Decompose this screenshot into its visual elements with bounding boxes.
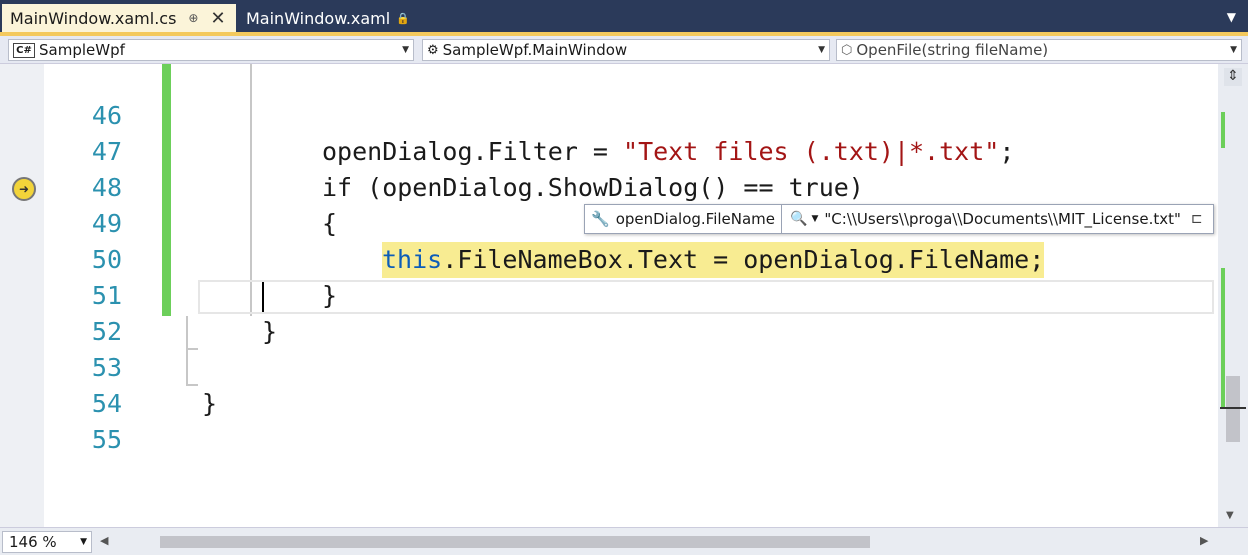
scrollbar-change-mark — [1221, 268, 1225, 408]
scroll-down-arrow-icon[interactable]: ▼ — [1226, 510, 1234, 521]
project-dropdown-label: SampleWpf — [39, 41, 125, 59]
line-number: 55 — [91, 425, 122, 454]
chevron-down-icon: ▼ — [402, 45, 409, 55]
close-icon[interactable]: ✕ — [210, 8, 225, 29]
code-line[interactable]: 46 openDialog.Filter = "Text files (.txt… — [0, 64, 1218, 166]
pin-datatip-icon[interactable]: ⊏ — [1191, 211, 1203, 227]
chevron-down-icon[interactable]: ▼ — [811, 214, 818, 224]
type-dropdown[interactable]: ⚙ SampleWpf.MainWindow ▼ — [422, 39, 830, 61]
zoom-dropdown[interactable]: 146 % ▼ — [2, 531, 92, 553]
datatip-expression[interactable]: openDialog.FileName — [616, 210, 775, 228]
code-line[interactable]: 51 } — [0, 242, 1218, 346]
document-tab-strip: MainWindow.xaml.cs ⊕ ✕ MainWindow.xaml 🔒… — [0, 0, 1248, 36]
horizontal-scroll-thumb[interactable] — [160, 536, 870, 548]
class-icon: ⚙ — [427, 42, 439, 58]
vertical-scrollbar[interactable]: ⇕ ▼ — [1218, 64, 1248, 527]
project-dropdown[interactable]: C# SampleWpf ▼ — [8, 39, 414, 61]
vertical-scroll-thumb[interactable] — [1226, 376, 1240, 442]
debugger-datatip[interactable]: 🔧 openDialog.FileName 🔍 ▼ "C:\\Users\\pr… — [584, 204, 1214, 234]
code-line[interactable]: 52 — [0, 278, 1218, 346]
editor-bottom-bar: 146 % ▼ ◀ ▶ — [0, 527, 1248, 555]
chevron-down-icon: ▼ — [80, 537, 87, 547]
scroll-left-arrow-icon[interactable]: ◀ — [100, 534, 108, 547]
navigation-bar: C# SampleWpf ▼ ⚙ SampleWpf.MainWindow ▼ … — [0, 36, 1248, 64]
code-line[interactable]: 48 { — [0, 134, 1218, 238]
split-window-icon[interactable]: ⇕ — [1224, 68, 1242, 86]
tab-label: MainWindow.xaml — [246, 8, 391, 28]
member-dropdown[interactable]: ⬡ OpenFile(string fileName) ▼ — [836, 39, 1242, 61]
datatip-value[interactable]: "C:\\Users\\proga\\Documents\\MIT_Licens… — [824, 210, 1181, 228]
zoom-level: 146 % — [9, 533, 57, 551]
tab-mainwindow-xaml[interactable]: MainWindow.xaml 🔒 — [238, 4, 414, 32]
scrollbar-caret-marker — [1220, 407, 1246, 409]
code-line[interactable]: 55 — [0, 386, 1218, 454]
lock-icon: 🔒 — [396, 11, 410, 25]
chevron-down-icon: ▼ — [818, 45, 825, 55]
tab-overflow-chevron-down-icon[interactable]: ▼ — [1227, 10, 1236, 24]
visualizer-magnifier-icon[interactable]: 🔍 — [790, 211, 807, 227]
code-line[interactable]: 47 if (openDialog.ShowDialog() == true) — [0, 98, 1218, 202]
type-dropdown-label: SampleWpf.MainWindow — [442, 41, 628, 59]
code-line[interactable]: 53 } — [0, 314, 1218, 418]
tab-mainwindow-xaml-cs[interactable]: MainWindow.xaml.cs ⊕ ✕ — [2, 4, 236, 32]
code-line[interactable]: 54 — [0, 350, 1218, 418]
member-dropdown-label: OpenFile(string fileName) — [856, 41, 1049, 59]
datatip-separator — [781, 205, 783, 233]
scrollbar-change-mark — [1221, 112, 1225, 148]
tab-label: MainWindow.xaml.cs — [10, 8, 177, 28]
code-line[interactable]: 49 this.FileNameBox.Text = openDialog.Fi… — [0, 170, 1218, 278]
csharp-icon: C# — [13, 42, 35, 58]
code-editor[interactable]: ➜ 46 openDialog.Filter = "Text files (.t… — [0, 64, 1218, 527]
method-icon: ⬡ — [841, 42, 853, 58]
chevron-down-icon: ▼ — [1230, 45, 1237, 55]
wrench-icon: 🔧 — [591, 210, 610, 228]
scroll-right-arrow-icon[interactable]: ▶ — [1200, 534, 1208, 547]
pin-icon[interactable]: ⊕ — [188, 11, 198, 25]
